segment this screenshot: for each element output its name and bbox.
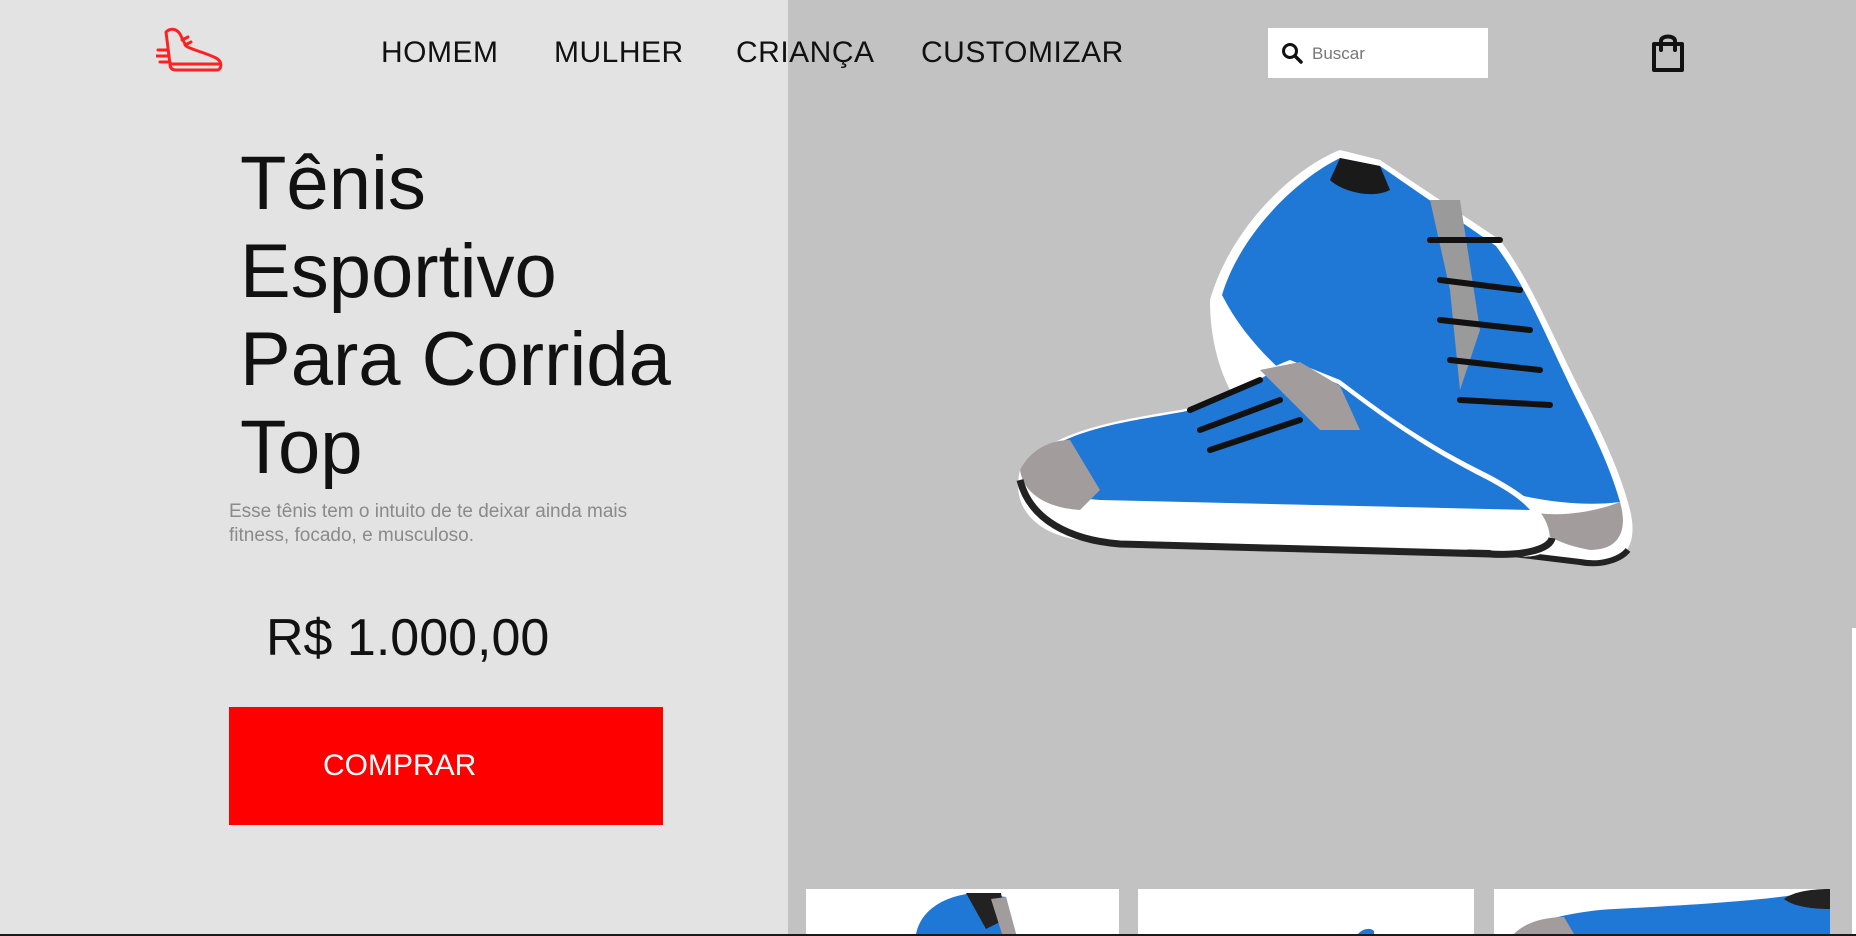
product-title-line: Esportivo	[240, 229, 557, 314]
buy-button[interactable]: COMPRAR	[229, 707, 663, 825]
product-title-line: Para Corrida	[240, 317, 671, 402]
search-box	[1268, 28, 1488, 78]
thumbnail-shoe-image	[1514, 889, 1830, 934]
shopping-bag-icon[interactable]	[1648, 30, 1688, 74]
product-shoe-image	[1016, 150, 1633, 567]
product-title-line: Top	[240, 405, 363, 490]
product-title: Tênis Esportivo Para Corrida Top	[240, 140, 700, 492]
product-price: R$ 1.000,00	[266, 609, 550, 667]
top-navigation: HOMEM MULHER CRIANÇA CUSTOMIZAR	[0, 0, 1856, 108]
nav-link-customizar[interactable]: CUSTOMIZAR	[921, 36, 1124, 70]
running-shoe-logo-icon[interactable]	[156, 24, 226, 76]
product-thumbnail[interactable]	[1494, 889, 1830, 934]
nav-link-homem[interactable]: HOMEM	[381, 36, 499, 70]
product-thumbnail[interactable]	[806, 889, 1119, 934]
search-icon[interactable]	[1280, 41, 1304, 65]
thumbnail-shoe-image	[916, 893, 1016, 934]
nav-link-crianca[interactable]: CRIANÇA	[736, 36, 875, 70]
product-description: Esse tênis tem o intuito de te deixar ai…	[229, 501, 628, 546]
page: HOMEM MULHER CRIANÇA CUSTOMIZAR Tênis Es…	[0, 0, 1856, 934]
nav-link-mulher[interactable]: MULHER	[554, 36, 684, 70]
scrollbar-edge	[1852, 628, 1856, 934]
product-thumbnail[interactable]	[1138, 889, 1474, 934]
search-input[interactable]	[1310, 38, 1484, 70]
thumbnail-shoe-image	[1358, 928, 1374, 934]
product-title-line: Tênis	[240, 141, 426, 226]
